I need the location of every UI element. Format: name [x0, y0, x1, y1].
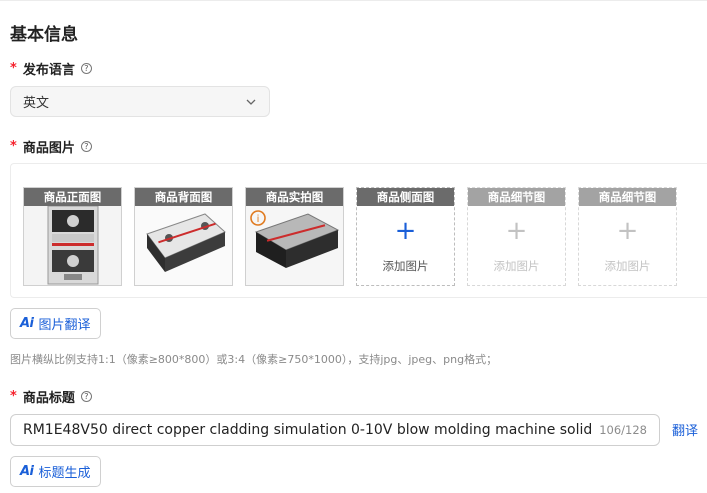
product-title-value: RM1E48V50 direct copper cladding simulat… — [23, 422, 592, 438]
svg-text:i: i — [257, 214, 260, 225]
tile-caption: 商品侧面图 — [357, 188, 454, 206]
image-gallery: 商品正面图 商品背面图 商品实拍图 i 商品侧面图 + 添加图片 商品细节图 +… — [10, 163, 707, 298]
add-image-label: 添加图片 — [493, 259, 540, 273]
language-label-text: 发布语言 — [22, 63, 75, 78]
language-label: * 发布语言 ? — [10, 59, 92, 78]
image-translate-button[interactable]: Ai 图片翻译 — [10, 308, 101, 339]
tile-caption: 商品实拍图 — [246, 188, 343, 206]
plus-icon: + — [394, 216, 417, 246]
image-tile-detail-2: 商品细节图 + 添加图片 — [578, 187, 677, 286]
images-label: * 商品图片 ? — [10, 137, 92, 156]
language-selected-value: 英文 — [23, 96, 50, 111]
image-translate-label: 图片翻译 — [38, 318, 91, 333]
char-counter: 106/128 — [599, 423, 647, 437]
required-mark: * — [10, 139, 17, 154]
title-generate-button[interactable]: Ai 标题生成 — [10, 456, 101, 487]
tile-caption: 商品背面图 — [135, 188, 232, 206]
title-label-text: 商品标题 — [22, 391, 75, 406]
help-icon[interactable]: ? — [80, 391, 92, 402]
image-tile-side[interactable]: 商品侧面图 + 添加图片 — [356, 187, 455, 286]
add-image-label: 添加图片 — [382, 259, 429, 273]
plus-icon: + — [505, 216, 528, 246]
required-mark: * — [10, 61, 17, 76]
help-icon[interactable]: ? — [80, 63, 92, 74]
help-icon[interactable]: ? — [80, 141, 92, 152]
image-tile-front[interactable]: 商品正面图 — [23, 187, 122, 286]
chevron-down-icon — [246, 99, 256, 105]
ai-icon: Ai — [20, 316, 34, 331]
images-label-text: 商品图片 — [22, 141, 75, 156]
top-divider — [0, 0, 707, 1]
tile-caption: 商品细节图 — [579, 188, 676, 206]
title-label: * 商品标题 ? — [10, 387, 92, 406]
section-title: 基本信息 — [10, 25, 78, 45]
plus-icon: + — [616, 216, 639, 246]
required-mark: * — [10, 389, 17, 404]
image-tile-back[interactable]: 商品背面图 — [134, 187, 233, 286]
image-format-hint: 图片横纵比例支持1:1（像素≥800*800）或3:4（像素≥750*1000）… — [10, 353, 498, 366]
tile-caption: 商品正面图 — [24, 188, 121, 206]
language-select[interactable]: 英文 — [10, 86, 270, 117]
translate-link[interactable]: 翻译 — [672, 420, 698, 439]
image-tile-real[interactable]: 商品实拍图 i — [245, 187, 344, 286]
product-title-input[interactable]: RM1E48V50 direct copper cladding simulat… — [10, 414, 660, 446]
title-generate-label: 标题生成 — [38, 466, 91, 481]
image-tile-detail-1: 商品细节图 + 添加图片 — [467, 187, 566, 286]
ai-icon: Ai — [20, 464, 34, 479]
tile-caption: 商品细节图 — [468, 188, 565, 206]
add-image-label: 添加图片 — [604, 259, 651, 273]
